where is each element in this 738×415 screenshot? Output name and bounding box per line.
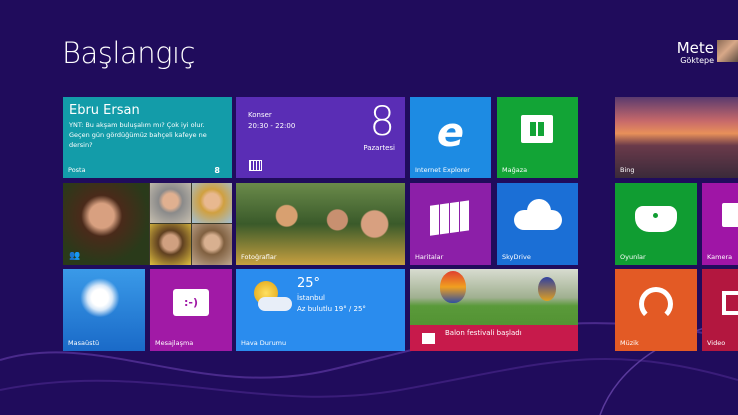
news-photo-balloon [538, 277, 556, 301]
tile-label: Haritalar [415, 253, 444, 261]
avatar [717, 40, 738, 62]
calendar-event: Konser [248, 111, 272, 119]
headphones-icon [639, 287, 673, 321]
calendar-weekday: Pazartesi [363, 144, 395, 152]
tile-video[interactable]: Video [702, 269, 738, 351]
tile-label: Internet Explorer [415, 166, 470, 174]
tile-music[interactable]: Müzik [615, 269, 697, 351]
people-photo [192, 224, 232, 265]
tile-label: Video [707, 339, 726, 347]
weather-city: İstanbul [297, 294, 326, 302]
store-bag-icon [521, 115, 553, 143]
tile-desktop[interactable]: Masaüstü [63, 269, 145, 351]
cloud-icon-top [527, 199, 551, 223]
user-account[interactable]: Mete Göktepe [676, 39, 738, 65]
tile-maps[interactable]: Haritalar [410, 183, 491, 265]
people-photo [150, 183, 191, 223]
tile-label: Bing [620, 166, 635, 174]
mail-message: YNT: Bu akşam buluşalım mı? Çok iyi olur… [69, 121, 207, 149]
page-title: Başlangıç [62, 36, 195, 70]
cloud-icon [258, 297, 292, 311]
tile-internet-explorer[interactable]: e Internet Explorer [410, 97, 491, 178]
news-icon [422, 333, 435, 344]
tile-mail[interactable]: Ebru Ersan YNT: Bu akşam buluşalım mı? Ç… [63, 97, 232, 178]
tile-label: Mesajlaşma [155, 339, 194, 347]
news-headline: Balon festivali başladı [445, 329, 522, 337]
tile-bing[interactable]: Bing [615, 97, 738, 178]
message-bubble-icon: :-) [173, 289, 209, 316]
tile-calendar[interactable]: Konser 20:30 - 22:00 8 Pazartesi [236, 97, 405, 178]
tile-people[interactable]: 👥 [63, 183, 232, 265]
calendar-icon [249, 160, 262, 171]
tile-label: Posta [68, 166, 86, 174]
tile-store[interactable]: Mağaza [497, 97, 578, 178]
user-last-name: Göktepe [680, 56, 714, 65]
user-first-name: Mete [676, 39, 714, 57]
mail-sender: Ebru Ersan [69, 103, 140, 118]
news-bar: Balon festivali başladı [410, 325, 578, 351]
tile-messaging[interactable]: :-) Mesajlaşma [150, 269, 232, 351]
game-controller-icon [635, 206, 677, 232]
tile-label: Masaüstü [68, 339, 100, 347]
tile-games[interactable]: Oyunlar [615, 183, 697, 265]
tile-camera[interactable]: Kamera [702, 183, 738, 265]
tile-label: Müzik [620, 339, 639, 347]
tile-label: Hava Durumu [241, 339, 287, 347]
tile-label: Kamera [707, 253, 733, 261]
tile-weather[interactable]: 25° İstanbul Az bulutlu 19° / 25° Hava D… [236, 269, 405, 351]
tile-news[interactable]: Balon festivali başladı [410, 269, 578, 351]
map-icon [430, 200, 470, 236]
people-icon: 👥 [69, 251, 81, 261]
mail-count: 8 [214, 166, 220, 175]
tile-label: Fotoğraflar [241, 253, 277, 261]
tile-label: Oyunlar [620, 253, 646, 261]
people-photo [150, 224, 191, 265]
tile-label: Mağaza [502, 166, 528, 174]
video-icon [722, 291, 738, 315]
calendar-day: 8 [369, 99, 395, 145]
tile-label: SkyDrive [502, 253, 531, 261]
tile-photos[interactable]: Fotoğraflar [236, 183, 405, 265]
weather-condition: Az bulutlu 19° / 25° [297, 305, 366, 313]
weather-temp: 25° [297, 276, 321, 291]
people-photo [192, 183, 232, 223]
tile-skydrive[interactable]: SkyDrive [497, 183, 578, 265]
calendar-time: 20:30 - 22:00 [248, 122, 296, 130]
camera-icon [722, 203, 738, 227]
news-photo-balloon [440, 271, 466, 303]
internet-explorer-icon: e [436, 109, 465, 156]
